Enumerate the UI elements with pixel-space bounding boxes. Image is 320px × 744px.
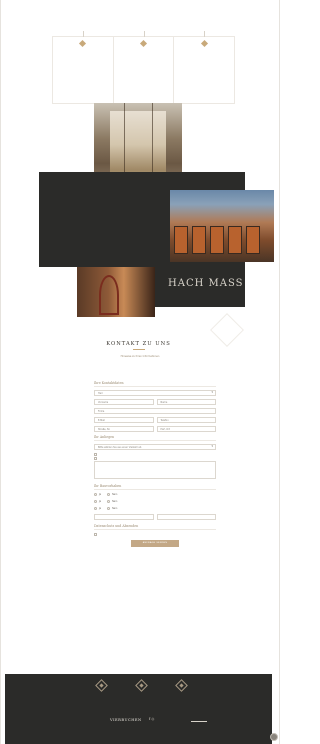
section-details-heading: Ihr Bauvorhaben bbox=[94, 484, 216, 490]
footer: VIERBUCHEN f ◎ bbox=[5, 674, 272, 744]
diamond-icon bbox=[134, 679, 148, 692]
divider bbox=[82, 31, 84, 37]
footer-item[interactable] bbox=[86, 679, 116, 692]
section-privacy-heading: Datenschutz und Absenden bbox=[94, 524, 216, 530]
radio-group: Ja Nein bbox=[94, 500, 216, 504]
street-field[interactable]: Straße, Nr. bbox=[94, 426, 154, 432]
submit-button[interactable]: ANFRAGE SENDEN bbox=[131, 540, 179, 547]
social-icons[interactable]: f ◎ bbox=[149, 717, 154, 721]
checkbox[interactable] bbox=[94, 453, 97, 456]
radio-yes[interactable]: Ja bbox=[94, 493, 101, 496]
feature-boxes bbox=[52, 31, 236, 104]
footer-item[interactable] bbox=[126, 679, 156, 692]
partner-logo bbox=[191, 716, 207, 722]
section-personal-heading: Ihre Kontaktdaten bbox=[94, 381, 216, 387]
checkbox[interactable] bbox=[94, 457, 97, 460]
diamond-icon bbox=[174, 679, 188, 692]
privacy-link[interactable]: Hinweise zu Ihren Informationen bbox=[98, 355, 182, 358]
radio-label: Ja bbox=[99, 500, 102, 503]
radio[interactable] bbox=[107, 493, 111, 496]
detail-field-1[interactable] bbox=[94, 514, 154, 520]
radio-yes[interactable]: Ja bbox=[94, 507, 101, 510]
radio[interactable] bbox=[94, 500, 97, 503]
radio-yes[interactable]: Ja bbox=[94, 500, 101, 503]
radio-no[interactable]: Nein bbox=[107, 500, 117, 503]
email-field[interactable]: E-Mail bbox=[94, 417, 154, 423]
section-request-heading: Ihr Anliegen bbox=[94, 435, 216, 441]
privacy-consent[interactable] bbox=[94, 533, 216, 536]
diamond-icon bbox=[139, 39, 148, 48]
radio-label: Nein bbox=[112, 500, 118, 503]
diamond-icon bbox=[94, 679, 108, 692]
footer-brand[interactable]: VIERBUCHEN bbox=[110, 718, 142, 722]
divider bbox=[133, 349, 145, 350]
contact-title: KONTAKT ZU UNS bbox=[106, 341, 171, 347]
radio-label: Ja bbox=[99, 493, 102, 496]
checkbox-option[interactable] bbox=[94, 457, 216, 460]
feature-box-2 bbox=[114, 31, 175, 103]
divider bbox=[204, 31, 206, 37]
checkbox[interactable] bbox=[94, 533, 97, 536]
firstname-field[interactable]: Vorname bbox=[94, 399, 154, 405]
photo-detail bbox=[246, 226, 260, 254]
radio[interactable] bbox=[107, 507, 111, 510]
topic-select[interactable]: Bitte wählen Sie aus einer Vielzahl ab bbox=[94, 444, 216, 450]
horse-stalls-photo bbox=[170, 190, 274, 262]
radio-group: Ja Nein bbox=[94, 493, 216, 497]
footer-icons bbox=[86, 679, 196, 692]
company-field[interactable]: Firma bbox=[94, 408, 216, 414]
radio[interactable] bbox=[107, 500, 111, 503]
contact-form: Ihre Kontaktdaten Herr Vorname Name Firm… bbox=[94, 381, 216, 547]
radio-label: Nein bbox=[112, 507, 118, 510]
radio[interactable] bbox=[94, 507, 97, 510]
photo-detail bbox=[210, 226, 224, 254]
photo-detail bbox=[99, 275, 119, 315]
radio-no[interactable]: Nein bbox=[107, 507, 117, 510]
checkbox-option[interactable] bbox=[94, 453, 216, 456]
chat-button[interactable] bbox=[270, 733, 278, 741]
radio-label: Nein bbox=[112, 493, 118, 496]
brand-wordmark: HACH MASS bbox=[168, 278, 244, 289]
radio[interactable] bbox=[94, 493, 97, 496]
phone-field[interactable]: Telefon bbox=[156, 417, 216, 423]
message-textarea[interactable] bbox=[94, 461, 216, 479]
page: HACH MASS KONTAKT ZU UNS Hinweise zu Ihr… bbox=[5, 0, 274, 744]
photo-detail bbox=[192, 226, 206, 254]
radio-no[interactable]: Nein bbox=[107, 493, 117, 496]
diamond-icon bbox=[79, 39, 87, 48]
radio-label: Ja bbox=[99, 507, 102, 510]
photo-detail bbox=[174, 226, 188, 254]
feature-box-3 bbox=[174, 31, 236, 103]
staircase-photo bbox=[77, 267, 155, 317]
lastname-field[interactable]: Name bbox=[156, 399, 216, 405]
detail-field-2[interactable] bbox=[156, 514, 216, 520]
photo-detail bbox=[228, 226, 242, 254]
salutation-select[interactable]: Herr bbox=[94, 390, 216, 396]
contact-intro: Hinweise zu Ihren Informationen bbox=[98, 352, 182, 358]
diamond-icon bbox=[200, 39, 208, 48]
feature-box-1 bbox=[52, 31, 114, 103]
divider bbox=[143, 31, 145, 37]
footer-item[interactable] bbox=[166, 679, 196, 692]
radio-group: Ja Nein bbox=[94, 507, 216, 511]
zip-field[interactable]: PLZ, Ort bbox=[156, 426, 216, 432]
